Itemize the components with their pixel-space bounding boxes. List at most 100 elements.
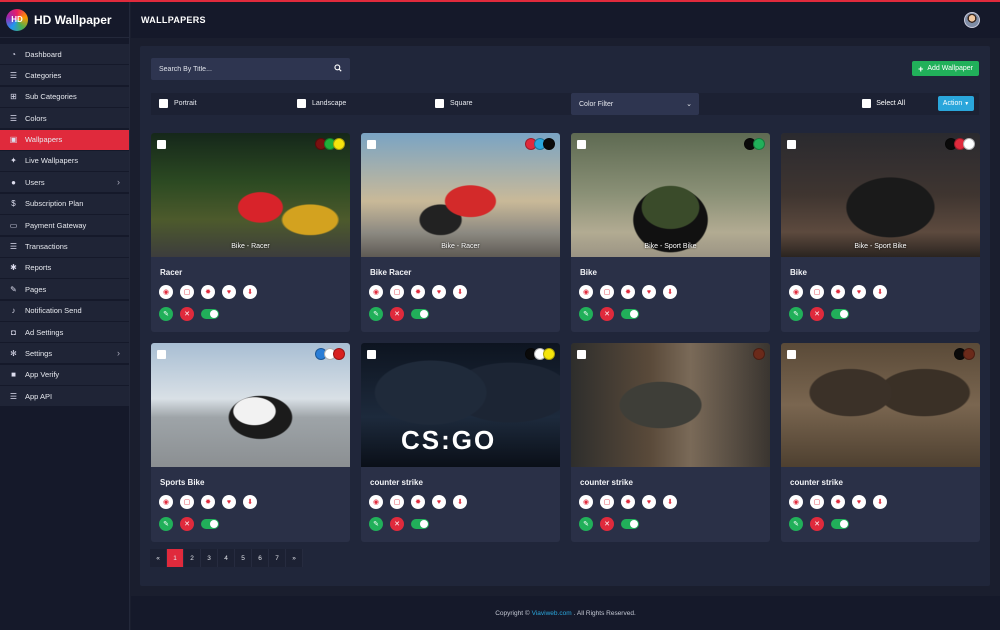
card-checkbox[interactable] xyxy=(157,140,166,149)
action-dropdown-button[interactable]: Action ▼ xyxy=(938,96,974,111)
wallpaper-thumbnail[interactable]: Bike - Racer xyxy=(151,133,350,257)
thumbnail-label: Bike - Sport Bike xyxy=(854,243,907,250)
edit-button[interactable]: ✎ xyxy=(369,307,383,321)
wallpaper-thumbnail[interactable]: CS:GO xyxy=(361,343,560,467)
star-icon: ✸ xyxy=(411,495,425,509)
sidebar-item-colors[interactable]: ☰ Colors xyxy=(0,108,129,129)
status-toggle[interactable] xyxy=(831,309,849,319)
delete-button[interactable]: ✕ xyxy=(390,307,404,321)
card-stats: ◉ ▢ ✸ ♥ ⬇ xyxy=(579,495,684,509)
status-toggle[interactable] xyxy=(411,309,429,319)
sidebar-item-live-wallpapers[interactable]: ✦ Live Wallpapers xyxy=(0,150,129,171)
square-filter[interactable]: Square xyxy=(435,99,473,108)
delete-button[interactable]: ✕ xyxy=(810,307,824,321)
pagination-page-1[interactable]: 1 xyxy=(167,549,184,567)
wallpaper-thumbnail[interactable]: Bike - Sport Bike xyxy=(781,133,980,257)
delete-button[interactable]: ✕ xyxy=(600,307,614,321)
wallpaper-card: Bike - Sport Bike Bike ◉ ▢ ✸ ♥ ⬇ ✎ ✕ xyxy=(571,133,770,332)
color-filter-select[interactable]: Color Filter ⌄ xyxy=(571,93,699,115)
edit-button[interactable]: ✎ xyxy=(369,517,383,531)
sidebar-item-dashboard[interactable]: ◔ Dashboard xyxy=(0,44,129,64)
status-toggle[interactable] xyxy=(411,519,429,529)
square-checkbox[interactable] xyxy=(435,99,444,108)
delete-button[interactable]: ✕ xyxy=(810,517,824,531)
sidebar-item-categories[interactable]: ☰ Categories xyxy=(0,65,129,86)
edit-button[interactable]: ✎ xyxy=(159,517,173,531)
card-checkbox[interactable] xyxy=(577,140,586,149)
pagination-page-5[interactable]: 5 xyxy=(235,549,252,567)
viaviweb-link[interactable]: Viaviweb.com xyxy=(532,610,572,617)
status-toggle[interactable] xyxy=(621,309,639,319)
magic-icon: ✦ xyxy=(10,156,17,166)
wallpaper-thumbnail[interactable]: Bike - Racer xyxy=(361,133,560,257)
wallpaper-thumbnail[interactable] xyxy=(781,343,980,467)
edit-button[interactable]: ✎ xyxy=(579,517,593,531)
sidebar-item-pages[interactable]: ✎ Pages xyxy=(0,279,129,300)
app-logo[interactable]: HD HD Wallpaper xyxy=(0,2,129,38)
search-icon[interactable] xyxy=(334,64,342,72)
pagination: «1 2 3 4 5 6 7» xyxy=(150,549,303,567)
sidebar-item-notification-send[interactable]: ♪ Notification Send xyxy=(0,300,129,321)
sidebar-item-settings[interactable]: ✻ Settings › xyxy=(0,343,129,364)
heart-icon: ♥ xyxy=(432,495,446,509)
select-all[interactable]: Select All xyxy=(862,99,905,108)
delete-button[interactable]: ✕ xyxy=(180,517,194,531)
card-checkbox[interactable] xyxy=(787,350,796,359)
landscape-checkbox[interactable] xyxy=(297,99,306,108)
pagination-prev[interactable]: « xyxy=(150,549,167,567)
status-toggle[interactable] xyxy=(201,519,219,529)
edit-button[interactable]: ✎ xyxy=(789,517,803,531)
sidebar-item-wallpapers[interactable]: ▣ Wallpapers xyxy=(0,129,129,150)
sidebar-item-ad-settings[interactable]: ◘ Ad Settings xyxy=(0,322,129,343)
sidebar-item-users[interactable]: ● Users › xyxy=(0,172,129,193)
delete-button[interactable]: ✕ xyxy=(180,307,194,321)
eye-icon: ◉ xyxy=(789,495,803,509)
sidebar-item-reports[interactable]: ✱ Reports xyxy=(0,257,129,278)
card-checkbox[interactable] xyxy=(367,140,376,149)
wallpaper-thumbnail[interactable] xyxy=(151,343,350,467)
sidebar-item-payment-gateway[interactable]: ▭ Payment Gateway xyxy=(0,215,129,236)
footer: Copyright © Viaviweb.com . All Rights Re… xyxy=(131,596,1000,630)
sidebar-item-subscription-plan[interactable]: $ Subscription Plan xyxy=(0,193,129,214)
select-all-checkbox[interactable] xyxy=(862,99,872,108)
search-input[interactable] xyxy=(159,65,319,73)
sidebar-item-app-verify[interactable]: ■ App Verify xyxy=(0,364,129,385)
card-checkbox[interactable] xyxy=(367,350,376,359)
card-checkbox[interactable] xyxy=(577,350,586,359)
edit-button[interactable]: ✎ xyxy=(789,307,803,321)
landscape-filter[interactable]: Landscape xyxy=(297,99,346,108)
status-toggle[interactable] xyxy=(201,309,219,319)
caret-down-icon: ▼ xyxy=(964,100,970,107)
card-checkbox[interactable] xyxy=(157,350,166,359)
sidebar-item-sub-categories[interactable]: ⊞ Sub Categories xyxy=(0,86,129,107)
portrait-checkbox[interactable] xyxy=(159,99,168,108)
delete-button[interactable]: ✕ xyxy=(390,517,404,531)
close-icon: ✕ xyxy=(814,311,820,318)
card-checkbox[interactable] xyxy=(787,140,796,149)
portrait-filter[interactable]: Portrait xyxy=(159,99,197,108)
star-icon: ✸ xyxy=(621,285,635,299)
status-toggle[interactable] xyxy=(621,519,639,529)
pagination-page-3[interactable]: 3 xyxy=(201,549,218,567)
delete-button[interactable]: ✕ xyxy=(600,517,614,531)
card-title: counter strike xyxy=(370,478,423,487)
wallpaper-thumbnail[interactable]: Bike - Sport Bike xyxy=(571,133,770,257)
edit-icon: ✎ xyxy=(373,521,379,528)
sidebar-item-transactions[interactable]: ☰ Transactions xyxy=(0,236,129,257)
pagination-page-2[interactable]: 2 xyxy=(184,549,201,567)
wallpaper-thumbnail[interactable] xyxy=(571,343,770,467)
sidebar-item-app-api[interactable]: ☰ App API xyxy=(0,386,129,407)
status-toggle[interactable] xyxy=(831,519,849,529)
edit-button[interactable]: ✎ xyxy=(159,307,173,321)
pagination-page-7[interactable]: 7 xyxy=(269,549,286,567)
add-wallpaper-button[interactable]: + Add Wallpaper xyxy=(912,61,979,76)
card-stats: ◉ ▢ ✸ ♥ ⬇ xyxy=(159,495,264,509)
pagination-page-6[interactable]: 6 xyxy=(252,549,269,567)
edit-button[interactable]: ✎ xyxy=(579,307,593,321)
star-icon: ✸ xyxy=(831,495,845,509)
user-avatar[interactable] xyxy=(964,12,980,28)
image-icon: ▢ xyxy=(180,285,194,299)
pagination-next[interactable]: » xyxy=(286,549,303,567)
pagination-page-4[interactable]: 4 xyxy=(218,549,235,567)
card-title: Racer xyxy=(160,268,183,277)
